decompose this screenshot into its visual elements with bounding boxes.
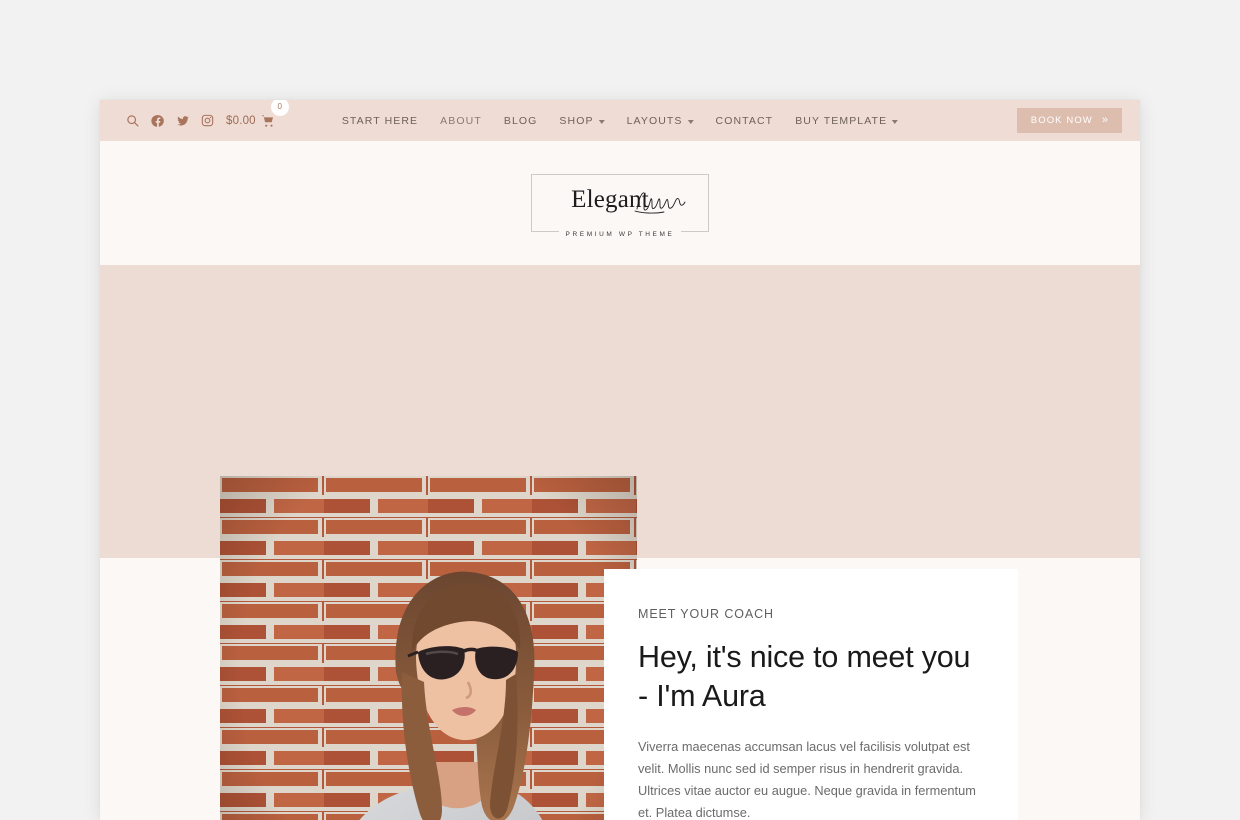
- about-text-card: MEET YOUR COACH Hey, it's nice to meet y…: [604, 569, 1018, 820]
- site-logo[interactable]: Elegant PREMIUM WP THEME: [531, 174, 709, 238]
- book-now-button[interactable]: BOOK NOW »: [1016, 108, 1122, 133]
- search-icon[interactable]: [120, 108, 145, 133]
- menu-item-label: BLOG: [503, 114, 538, 127]
- facebook-icon[interactable]: [145, 108, 170, 133]
- menu-item-buy-template[interactable]: BUY TEMPLATE: [795, 114, 899, 127]
- logo-script-aura: [634, 192, 686, 214]
- main-menu: START HERE ABOUT BLOG SHOP LAYOUTS CONTA…: [342, 114, 899, 127]
- menu-item-start-here[interactable]: START HERE: [342, 115, 418, 127]
- page-title: Hey, it's nice to meet you - I'm Aura: [638, 640, 971, 713]
- chevron-down-icon: [892, 119, 899, 124]
- portrait-illustration: [220, 476, 637, 820]
- hero-section: MEET YOUR COACH Hey, it's nice to meet y…: [100, 265, 1140, 820]
- double-chevron-right-icon: »: [1101, 114, 1108, 126]
- cart-widget[interactable]: $0.00 0: [226, 100, 289, 133]
- menu-item-blog[interactable]: BLOG: [504, 115, 538, 127]
- menu-item-shop[interactable]: SHOP: [559, 114, 605, 127]
- menu-item-label: ABOUT: [440, 114, 482, 127]
- site-page-frame: $0.00 0 START HERE ABOUT BLOG SHOP LAYOU…: [100, 100, 1140, 820]
- chevron-down-icon: [687, 119, 694, 124]
- coach-portrait-image: [220, 476, 637, 820]
- logo-subtitle-wrap: PREMIUM WP THEME: [532, 231, 708, 238]
- menu-item-label: START HERE: [341, 114, 419, 127]
- book-now-label: BOOK NOW: [1030, 115, 1093, 126]
- about-body-text: Viverra maecenas accumsan lacus vel faci…: [638, 739, 976, 820]
- topbar-utility-group: $0.00 0: [100, 100, 289, 133]
- menu-item-contact[interactable]: CONTACT: [716, 115, 774, 127]
- menu-item-label: SHOP: [559, 114, 594, 127]
- section-eyebrow: MEET YOUR COACH: [638, 607, 774, 621]
- menu-item-label: BUY TEMPLATE: [795, 114, 888, 127]
- menu-item-label: CONTACT: [715, 114, 774, 127]
- logo-subtitle: PREMIUM WP THEME: [558, 231, 682, 238]
- top-navigation-bar: $0.00 0 START HERE ABOUT BLOG SHOP LAYOU…: [100, 100, 1140, 141]
- menu-item-about[interactable]: ABOUT: [440, 115, 482, 127]
- menu-item-label: LAYOUTS: [626, 114, 683, 127]
- instagram-icon[interactable]: [195, 108, 220, 133]
- cart-count-badge: 0: [270, 100, 289, 116]
- twitter-icon[interactable]: [170, 108, 195, 133]
- menu-item-layouts[interactable]: LAYOUTS: [627, 115, 694, 127]
- logo-band: Elegant PREMIUM WP THEME: [100, 141, 1140, 265]
- chevron-down-icon: [598, 119, 605, 124]
- cart-total-price: $0.00: [226, 114, 256, 127]
